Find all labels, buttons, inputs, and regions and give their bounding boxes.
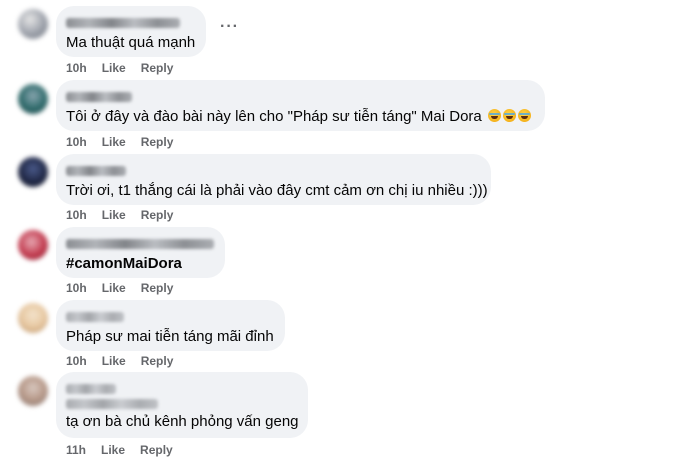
like-button[interactable]: Like	[102, 354, 126, 368]
author-name-blurred[interactable]	[66, 89, 533, 102]
reply-button[interactable]: Reply	[141, 208, 174, 222]
comment-actions: 10h Like Reply	[66, 281, 188, 295]
avatar[interactable]	[18, 230, 48, 260]
comment-text: #camonMaiDora	[66, 255, 182, 272]
reply-button[interactable]: Reply	[141, 135, 174, 149]
comment-time[interactable]: 10h	[66, 135, 87, 149]
comment-text: Pháp sư mai tiễn táng mãi đỉnh	[66, 328, 274, 345]
comment-time[interactable]: 10h	[66, 281, 87, 295]
comment-bubble: Trời ơi, t1 thắng cái là phải vào đây cm…	[56, 154, 491, 205]
comment-text: Trời ơi, t1 thắng cái là phải vào đây cm…	[66, 182, 488, 199]
author-subline-blurred	[66, 396, 296, 409]
reply-button[interactable]: Reply	[141, 281, 174, 295]
comment-actions: 10h Like Reply	[66, 135, 188, 149]
laughing-emoji-icon	[502, 109, 516, 122]
comment-bubble: #camonMaiDora	[56, 227, 225, 278]
like-button[interactable]: Like	[102, 135, 126, 149]
avatar[interactable]	[18, 157, 48, 187]
comment-actions: 10h Like Reply	[66, 61, 188, 75]
comment-thread: Ma thuật quá mạnh ··· 10h Like Reply Tôi ở…	[0, 0, 687, 459]
comment-bubble: tạ ơn bà chủ kênh phỏng vấn geng	[56, 372, 308, 438]
comment-time[interactable]: 10h	[66, 354, 87, 368]
comment-bubble: Tôi ở đây và đào bài này lên cho "Pháp s…	[56, 80, 545, 131]
avatar[interactable]	[18, 84, 48, 114]
comment-actions: 10h Like Reply	[66, 208, 188, 222]
laughing-emoji-icon	[517, 109, 531, 122]
comment-time[interactable]: 11h	[66, 443, 86, 457]
comment-time[interactable]: 10h	[66, 61, 87, 75]
like-button[interactable]: Like	[102, 281, 126, 295]
reply-button[interactable]: Reply	[141, 354, 174, 368]
comment-text: Ma thuật quá mạnh	[66, 34, 196, 51]
author-name-blurred[interactable]	[66, 381, 296, 394]
laughing-emoji-icon	[487, 109, 501, 122]
avatar[interactable]	[18, 9, 48, 39]
comment-text: tạ ơn bà chủ kênh phỏng vấn geng	[66, 413, 299, 430]
author-name-blurred[interactable]	[66, 15, 194, 28]
like-button[interactable]: Like	[102, 61, 126, 75]
comment-time[interactable]: 10h	[66, 208, 87, 222]
more-options-icon[interactable]: ···	[220, 18, 239, 36]
avatar[interactable]	[18, 376, 48, 406]
reply-button[interactable]: Reply	[140, 443, 173, 457]
comment-bubble: Pháp sư mai tiễn táng mãi đỉnh	[56, 300, 285, 351]
avatar[interactable]	[18, 303, 48, 333]
author-name-blurred[interactable]	[66, 309, 273, 322]
comment-text: Tôi ở đây và đào bài này lên cho "Pháp s…	[66, 107, 533, 126]
comment-actions: 11h Like Reply	[66, 443, 188, 457]
like-button[interactable]: Like	[102, 208, 126, 222]
comment-actions: 10h Like Reply	[66, 354, 188, 368]
author-name-blurred[interactable]	[66, 236, 214, 249]
comment-bubble: Ma thuật quá mạnh	[56, 6, 206, 57]
like-button[interactable]: Like	[101, 443, 125, 457]
reply-button[interactable]: Reply	[141, 61, 174, 75]
author-name-blurred[interactable]	[66, 163, 479, 176]
comment-text-content: Tôi ở đây và đào bài này lên cho "Pháp s…	[66, 108, 482, 125]
